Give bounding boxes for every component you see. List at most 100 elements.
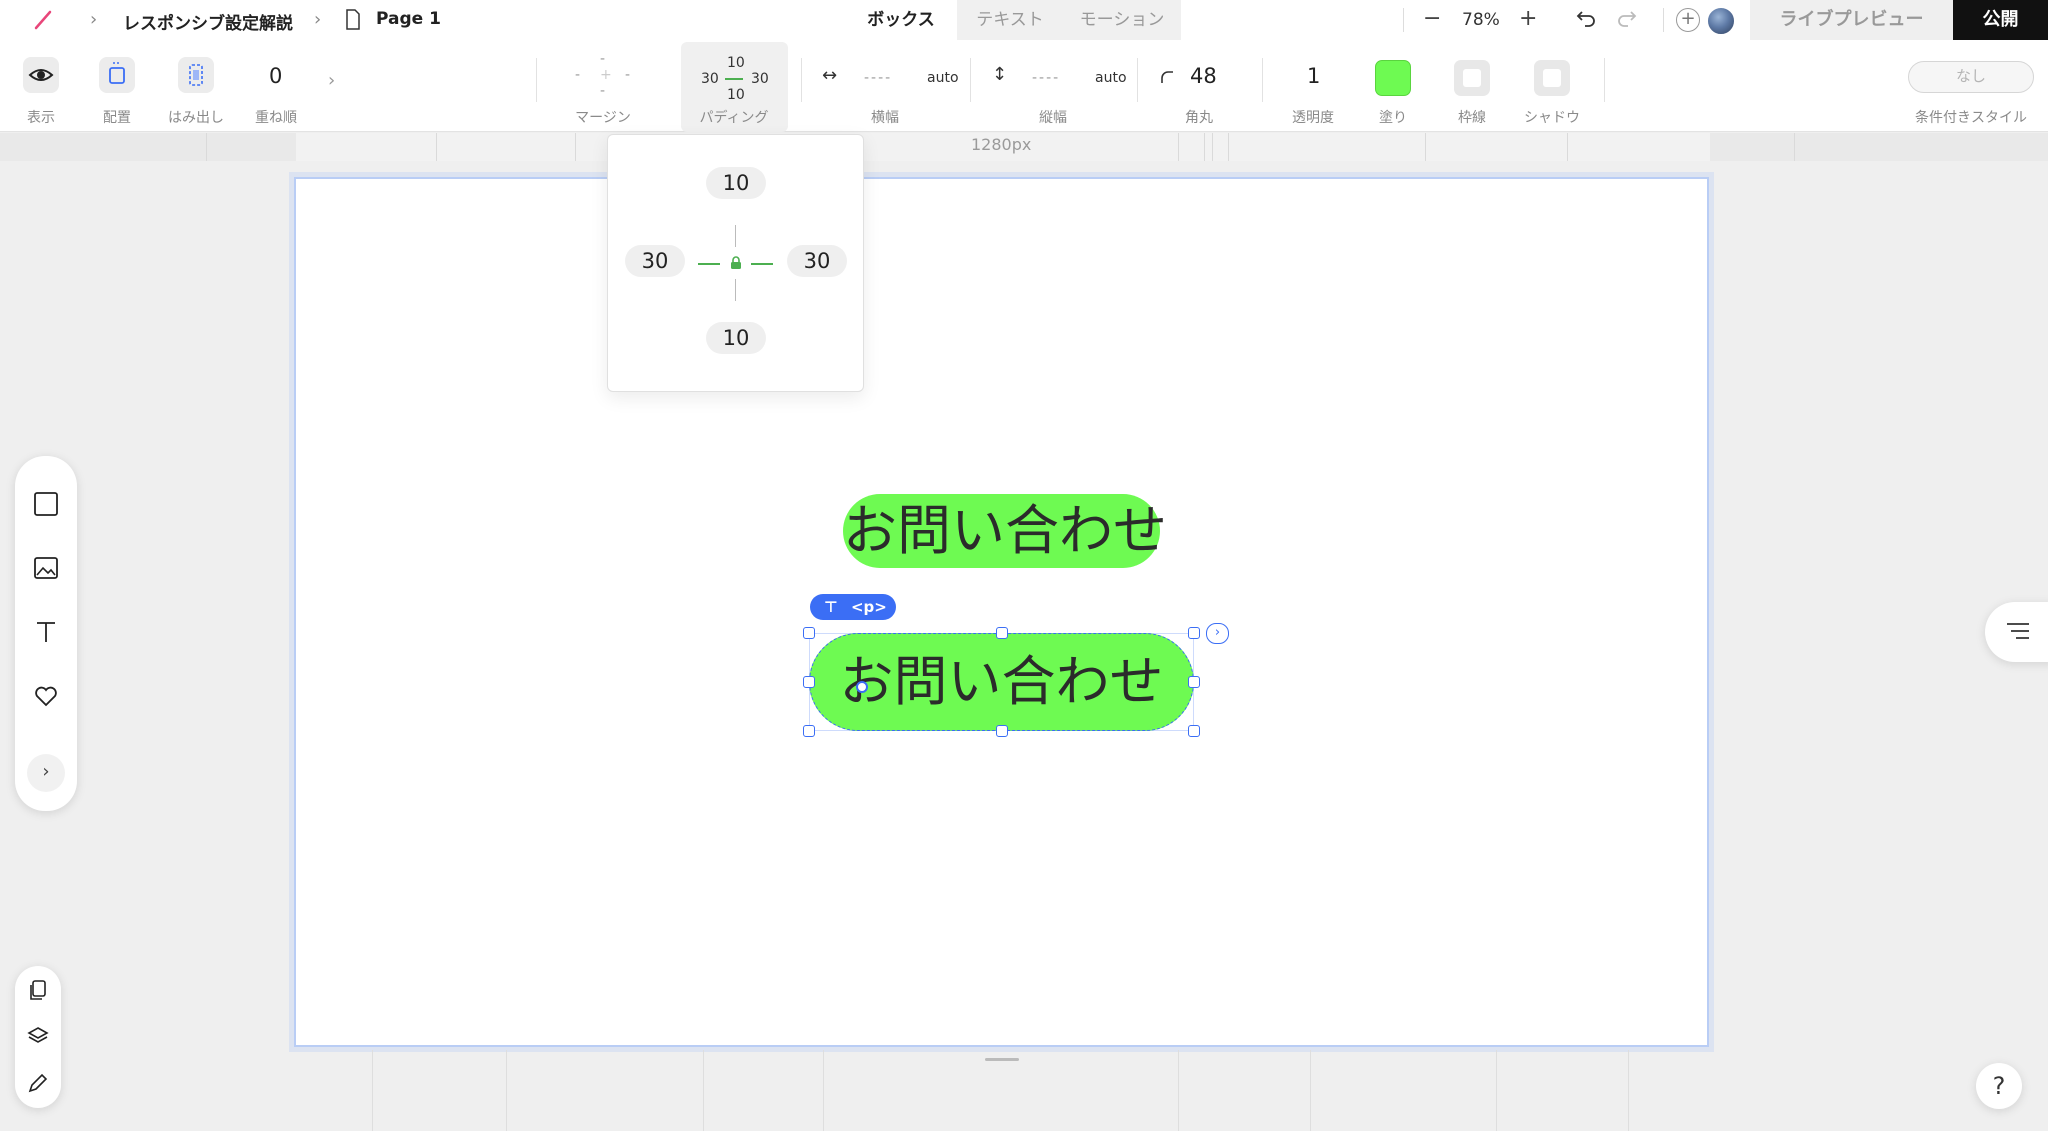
padding-guide bbox=[698, 263, 720, 265]
chevron-right-icon: › bbox=[314, 9, 322, 30]
property-toolbar: 表示 配置 はみ出し 0 重ね順 › - - + - - マージン 10 30 … bbox=[0, 40, 2048, 132]
chevron-right-icon[interactable]: › bbox=[328, 70, 335, 91]
grid-line bbox=[1628, 1050, 1629, 1131]
z-order-value[interactable]: 0 bbox=[269, 64, 282, 88]
margin-top: - bbox=[600, 51, 606, 67]
text-icon[interactable] bbox=[32, 618, 60, 646]
tab-motion[interactable]: モーション bbox=[1063, 0, 1181, 40]
padding-left-input[interactable]: 30 bbox=[625, 245, 685, 277]
expand-element-button[interactable]: › bbox=[1206, 623, 1229, 644]
redo-icon[interactable] bbox=[1615, 8, 1639, 32]
padding-bottom-input[interactable]: 10 bbox=[706, 322, 766, 354]
zoom-in-button[interactable]: + bbox=[1519, 6, 1537, 31]
margin-cross: + bbox=[600, 67, 612, 83]
overflow-icon bbox=[189, 64, 203, 86]
publish-button[interactable]: 公開 bbox=[1953, 0, 2048, 40]
padding-label: パディング bbox=[699, 110, 769, 126]
width-arrow-icon: ↔ bbox=[822, 65, 838, 86]
tab-text[interactable]: テキスト bbox=[957, 0, 1063, 40]
grid-line bbox=[1310, 1050, 1311, 1131]
grid-line bbox=[506, 1050, 507, 1131]
height-unit[interactable]: auto bbox=[1095, 70, 1127, 86]
radius-handle[interactable] bbox=[856, 681, 868, 693]
placement-icon bbox=[109, 62, 125, 84]
divider bbox=[1403, 8, 1404, 32]
contact-button[interactable]: お問い合わせ bbox=[843, 494, 1167, 568]
box-icon[interactable] bbox=[32, 490, 60, 518]
shadow-label: シャドウ bbox=[1524, 110, 1580, 126]
grid-line bbox=[372, 1050, 373, 1131]
padding-left: 30 bbox=[701, 71, 719, 87]
ruler-tick bbox=[1204, 133, 1205, 161]
element-tag[interactable]: ⊤ <p> bbox=[810, 594, 896, 620]
placement-button[interactable] bbox=[99, 57, 135, 93]
conditional-style-button[interactable]: なし bbox=[1908, 61, 2034, 93]
artboard-frame[interactable] bbox=[294, 177, 1709, 1047]
overflow-button[interactable] bbox=[178, 57, 214, 93]
resize-handle-br[interactable] bbox=[1188, 725, 1200, 737]
width-label: 横幅 bbox=[871, 110, 899, 126]
resize-handle[interactable] bbox=[985, 1058, 1019, 1061]
height-label: 縦幅 bbox=[1039, 110, 1067, 126]
resize-handle-b[interactable] bbox=[996, 725, 1008, 737]
padding-right-input[interactable]: 30 bbox=[787, 245, 847, 277]
tab-box[interactable]: ボックス bbox=[845, 0, 957, 40]
padding-bottom: 10 bbox=[727, 87, 745, 103]
margin-label: マージン bbox=[575, 110, 631, 126]
width-unit[interactable]: auto bbox=[927, 70, 959, 86]
layers-icon[interactable] bbox=[26, 1024, 50, 1048]
display-toggle[interactable] bbox=[23, 57, 59, 93]
divider bbox=[801, 58, 802, 102]
heart-icon[interactable] bbox=[32, 682, 60, 710]
conditional-style-label: 条件付きスタイル bbox=[1915, 110, 2027, 126]
insert-palette: › bbox=[15, 456, 77, 811]
logo-icon[interactable] bbox=[32, 8, 56, 32]
zoom-level[interactable]: 78% bbox=[1462, 10, 1500, 30]
divider bbox=[536, 58, 537, 102]
grid-line bbox=[1496, 1050, 1497, 1131]
ruler-tick bbox=[1228, 133, 1229, 161]
corner-radius-icon bbox=[1161, 71, 1173, 83]
radius-label: 角丸 bbox=[1185, 110, 1213, 126]
opacity-value[interactable]: 1 bbox=[1307, 64, 1320, 88]
grid-line bbox=[703, 1050, 704, 1131]
project-title[interactable]: レスポンシブ設定解説 bbox=[123, 9, 293, 34]
expand-palette-button[interactable]: › bbox=[27, 754, 65, 792]
width-value[interactable]: ---- bbox=[864, 70, 892, 86]
padding-popover: 10 30 30 10 bbox=[607, 134, 864, 392]
help-button[interactable]: ? bbox=[1976, 1063, 2022, 1109]
avatar[interactable] bbox=[1706, 6, 1736, 36]
add-user-icon[interactable]: + bbox=[1676, 8, 1700, 32]
resize-handle-bl[interactable] bbox=[803, 725, 815, 737]
border-swatch[interactable] bbox=[1454, 60, 1490, 96]
page-name[interactable]: Page 1 bbox=[376, 9, 441, 29]
selection-outline bbox=[809, 633, 1194, 731]
navigator-tab[interactable] bbox=[1985, 602, 2048, 662]
divider bbox=[1137, 58, 1138, 102]
zoom-out-button[interactable]: − bbox=[1423, 6, 1441, 31]
resize-handle-l[interactable] bbox=[803, 676, 815, 688]
resize-handle-t[interactable] bbox=[996, 627, 1008, 639]
pages-icon[interactable] bbox=[26, 978, 50, 1002]
height-value[interactable]: ---- bbox=[1032, 70, 1060, 86]
margin-bottom: - bbox=[600, 83, 606, 99]
edit-icon[interactable] bbox=[26, 1071, 50, 1095]
resize-handle-r[interactable] bbox=[1188, 676, 1200, 688]
lock-icon[interactable] bbox=[730, 256, 742, 270]
resize-handle-tr[interactable] bbox=[1188, 627, 1200, 639]
divider bbox=[1262, 58, 1263, 102]
live-preview-button[interactable]: ライブプレビュー bbox=[1750, 0, 1953, 40]
padding-top-input[interactable]: 10 bbox=[706, 167, 766, 199]
margin-right: - bbox=[625, 67, 631, 83]
outline-icon bbox=[2007, 623, 2029, 639]
shadow-swatch[interactable] bbox=[1534, 60, 1570, 96]
ruler-tick bbox=[1794, 133, 1795, 161]
padding-indicator bbox=[725, 78, 743, 80]
undo-icon[interactable] bbox=[1574, 8, 1598, 32]
image-icon[interactable] bbox=[32, 554, 60, 582]
padding-guide bbox=[751, 263, 773, 265]
top-bar: › レスポンシブ設定解説 › Page 1 ボックス テキスト モーション − … bbox=[0, 0, 2048, 40]
fill-swatch[interactable] bbox=[1375, 60, 1411, 96]
radius-value[interactable]: 48 bbox=[1190, 64, 1217, 88]
resize-handle-tl[interactable] bbox=[803, 627, 815, 639]
